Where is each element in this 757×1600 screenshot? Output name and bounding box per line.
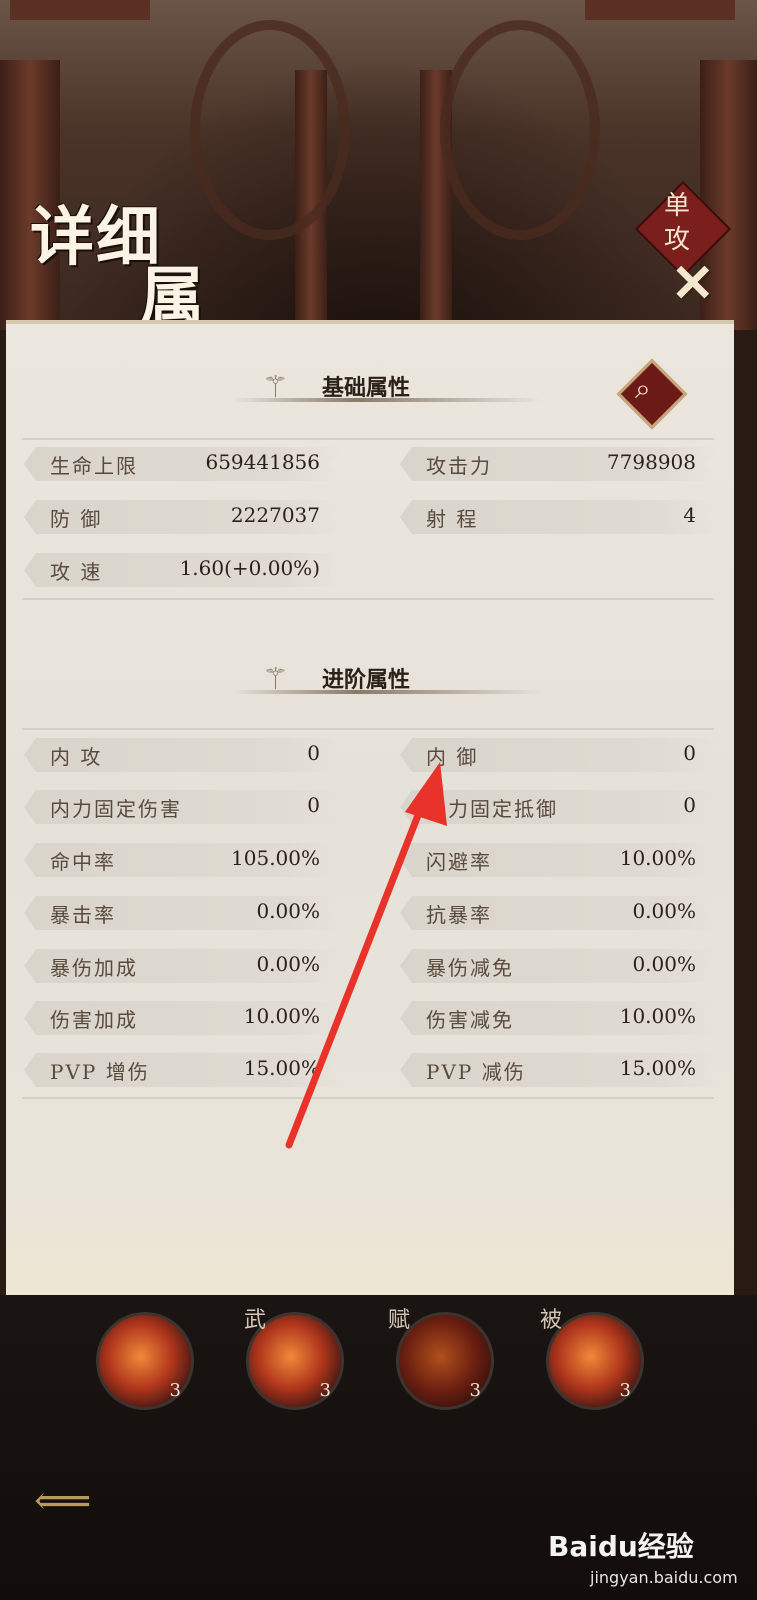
stat-row: 射 程 4 (400, 500, 718, 534)
stat-row: 暴伤加成 0.00% (24, 949, 342, 983)
stat-value: 659441856 (205, 450, 320, 474)
skill-tag: 赋 (388, 1308, 411, 1333)
stat-value: 15.00% (243, 1056, 320, 1080)
watermark-brand: Baidu经验 (548, 1530, 694, 1563)
stat-value: 105.00% (231, 846, 320, 870)
stat-label: 攻 速 (50, 560, 103, 584)
skill-level: 3 (469, 1380, 481, 1401)
stat-label: 内 攻 (50, 745, 103, 769)
stat-label: 内 御 (426, 745, 479, 769)
stat-label: 暴伤减免 (426, 956, 514, 980)
skill-tag: 武 (244, 1308, 267, 1333)
stat-row: 抗暴率 0.00% (400, 896, 718, 930)
attack-type-badge: 单攻 (663, 191, 690, 255)
search-icon: ⌕ (635, 372, 651, 405)
advanced-section-header: ⚚ 进阶属性 (0, 662, 728, 712)
stat-row: PVP 增伤 15.00% (24, 1053, 342, 1087)
skill-slot[interactable]: 3 (396, 1312, 494, 1410)
stat-row: 伤害加成 10.00% (24, 1001, 342, 1035)
stat-value: 10.00% (243, 1004, 320, 1028)
stat-value: 7798908 (606, 450, 696, 474)
stat-value: 0.00% (632, 899, 696, 923)
stat-label: 内力固定伤害 (50, 797, 182, 821)
stat-row: 暴击率 0.00% (24, 896, 342, 930)
stat-row: 防 御 2227037 (24, 500, 342, 534)
stat-label: 防 御 (50, 507, 103, 531)
stat-value: 4 (683, 503, 696, 527)
scene-beam (585, 0, 735, 20)
stat-row: 生命上限 659441856 (24, 447, 342, 481)
stat-row: 内 御 0 (400, 738, 718, 772)
stat-row: 攻 速 1.60(+0.00%) (24, 553, 342, 587)
stat-label: 伤害加成 (50, 1008, 138, 1032)
ornament-icon: ⚚ (262, 370, 289, 405)
stat-label: 暴击率 (50, 903, 116, 927)
stat-label: 抗暴率 (426, 903, 492, 927)
divider (22, 438, 714, 440)
scene-ornament (440, 20, 600, 240)
stat-value: 15.00% (619, 1056, 696, 1080)
stat-value: 0 (307, 793, 320, 817)
stat-value: 0.00% (256, 952, 320, 976)
stat-row: 闪避率 10.00% (400, 843, 718, 877)
stat-row: 内 攻 0 (24, 738, 342, 772)
skill-level: 3 (619, 1380, 631, 1401)
stat-row: 内力固定抵御 0 (400, 790, 718, 824)
stat-value: 0.00% (256, 899, 320, 923)
stat-row: 伤害减免 10.00% (400, 1001, 718, 1035)
stat-value: 10.00% (619, 1004, 696, 1028)
watermark-url: jingyan.baidu.com (590, 1568, 738, 1587)
stat-value: 1.60(+0.00%) (179, 556, 320, 580)
stat-label: 伤害减免 (426, 1008, 514, 1032)
divider (22, 598, 714, 600)
page-title: 详细 属性 (20, 205, 260, 397)
skill-tag: 被 (540, 1308, 563, 1333)
divider (22, 1097, 714, 1099)
stat-value: 0 (683, 793, 696, 817)
stat-row: PVP 减伤 15.00% (400, 1053, 718, 1087)
stat-label: PVP 增伤 (50, 1060, 150, 1084)
stat-label: 内力固定抵御 (426, 797, 558, 821)
scene-beam (10, 0, 150, 20)
stat-value: 0 (683, 741, 696, 765)
stat-row: 暴伤减免 0.00% (400, 949, 718, 983)
back-arrow-icon[interactable]: ⟸ (34, 1478, 91, 1524)
stat-label: 暴伤加成 (50, 956, 138, 980)
search-diamond (616, 358, 688, 430)
ornament-icon: ⚚ (262, 662, 289, 697)
stat-value: 0 (307, 741, 320, 765)
stat-label: PVP 减伤 (426, 1060, 526, 1084)
divider (22, 728, 714, 730)
stat-row: 攻击力 7798908 (400, 447, 718, 481)
stat-label: 攻击力 (426, 454, 492, 478)
stat-row: 内力固定伤害 0 (24, 790, 342, 824)
basic-section-title: 基础属性 (322, 375, 411, 401)
stat-label: 射 程 (426, 507, 479, 531)
skill-level: 3 (169, 1380, 181, 1401)
skill-level: 3 (319, 1380, 331, 1401)
stat-value: 0.00% (632, 952, 696, 976)
stat-label: 生命上限 (50, 454, 138, 478)
search-button[interactable]: ⌕ (616, 358, 688, 430)
stat-value: 10.00% (619, 846, 696, 870)
close-button[interactable]: 单攻 ✕ (634, 180, 732, 314)
close-icon[interactable]: ✕ (671, 253, 715, 314)
stat-row: 命中率 105.00% (24, 843, 342, 877)
stat-value: 2227037 (230, 503, 320, 527)
skill-slot[interactable]: 3 (96, 1312, 194, 1410)
advanced-section-title: 进阶属性 (322, 667, 411, 693)
stat-label: 闪避率 (426, 850, 492, 874)
stat-label: 命中率 (50, 850, 116, 874)
